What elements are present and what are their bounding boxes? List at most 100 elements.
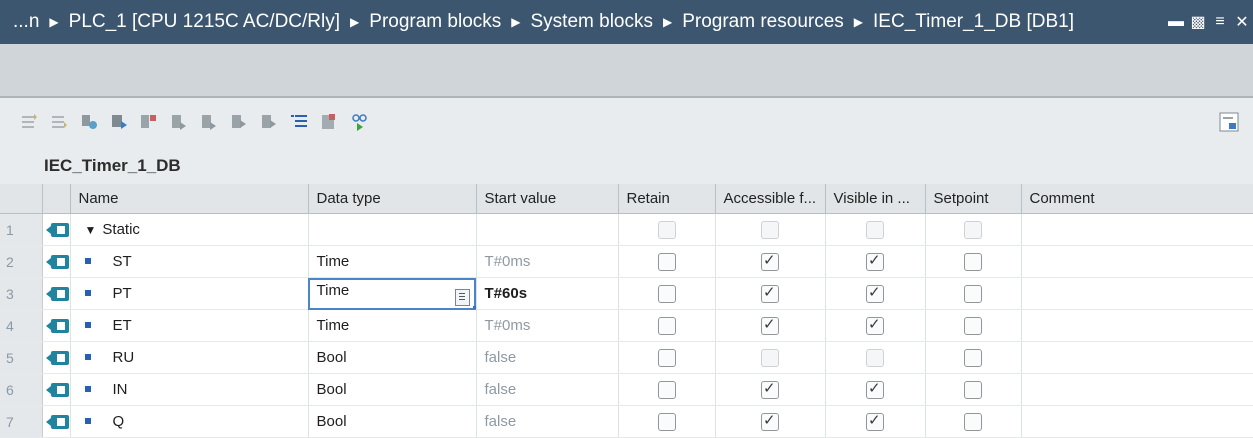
accessible-checkbox[interactable] — [761, 315, 779, 335]
name-cell[interactable]: PT — [70, 277, 309, 310]
start-value-cell[interactable] — [476, 213, 619, 246]
accessible-checkbox[interactable] — [761, 411, 779, 431]
name-cell[interactable]: IN — [70, 373, 309, 406]
table-row[interactable]: 5 RU Bool false — [0, 341, 1253, 374]
load-snapshot-icon[interactable] — [106, 108, 132, 136]
expand-all-icon[interactable] — [286, 108, 312, 136]
column-header-data-type[interactable]: Data type — [308, 184, 477, 214]
setpoint-checkbox[interactable] — [964, 284, 982, 303]
insert-row-icon[interactable] — [16, 108, 42, 136]
close-icon[interactable]: ✕ — [1231, 12, 1253, 32]
name-cell[interactable]: ▼ Static — [70, 213, 309, 246]
start-value-cell[interactable]: T#60s — [476, 277, 619, 310]
comment-cell[interactable] — [1021, 213, 1253, 246]
table-row[interactable]: 7 Q Bool false — [0, 405, 1253, 438]
visible-checkbox[interactable] — [866, 411, 884, 431]
collapse-triangle-icon[interactable]: ▼ — [85, 223, 97, 237]
comment-cell[interactable] — [1021, 245, 1253, 278]
column-header-accessible[interactable]: Accessible f... — [715, 184, 826, 214]
visible-checkbox[interactable] — [866, 220, 884, 239]
paste-values-icon[interactable] — [196, 108, 222, 136]
comment-cell[interactable] — [1021, 373, 1253, 406]
start-value-cell[interactable]: false — [476, 405, 619, 438]
column-header-setpoint[interactable]: Setpoint — [925, 184, 1022, 214]
reset-values-icon[interactable] — [256, 108, 282, 136]
block-properties-icon[interactable] — [1217, 110, 1243, 136]
copy-values-icon[interactable] — [166, 108, 192, 136]
name-cell[interactable]: Q — [70, 405, 309, 438]
table-row[interactable]: 2 ST Time T#0ms — [0, 245, 1253, 278]
data-type-cell[interactable]: Bool — [308, 405, 477, 438]
data-type-cell[interactable]: Time — [308, 277, 477, 310]
start-value-cell[interactable]: false — [476, 373, 619, 406]
accessible-cell — [715, 405, 826, 438]
visible-checkbox[interactable] — [866, 379, 884, 399]
start-value-cell[interactable]: T#0ms — [476, 245, 619, 278]
start-value-cell[interactable]: T#0ms — [476, 309, 619, 342]
visible-checkbox[interactable] — [866, 283, 884, 303]
breadcrumb-item-plc[interactable]: PLC_1 [CPU 1215C AC/DC/Rly] — [69, 11, 340, 33]
monitor-values-icon[interactable] — [136, 108, 162, 136]
snapshot-icon[interactable] — [76, 108, 102, 136]
monitor-all-icon[interactable] — [346, 108, 372, 136]
setpoint-checkbox[interactable] — [964, 252, 982, 271]
data-type-cell[interactable]: Bool — [308, 341, 477, 374]
retain-checkbox[interactable] — [657, 316, 676, 335]
breadcrumb-item-db[interactable]: IEC_Timer_1_DB [DB1] — [873, 11, 1074, 33]
retain-checkbox[interactable] — [657, 380, 676, 399]
table-row[interactable]: 4 ET Time T#0ms — [0, 309, 1253, 342]
accessible-checkbox[interactable] — [761, 251, 779, 271]
column-header-comment[interactable]: Comment — [1021, 184, 1253, 214]
accessible-checkbox[interactable] — [761, 379, 779, 399]
column-header-start-value[interactable]: Start value — [476, 184, 619, 214]
retain-checkbox[interactable] — [657, 220, 676, 239]
table-row[interactable]: 3 PT Time T#60s — [0, 277, 1253, 310]
float-window-icon[interactable]: ▩ — [1187, 12, 1209, 32]
data-type-dropdown-icon[interactable] — [454, 288, 470, 306]
comment-cell[interactable] — [1021, 405, 1253, 438]
retain-checkbox[interactable] — [657, 252, 676, 271]
accessible-checkbox[interactable] — [761, 220, 779, 239]
data-type-cell[interactable]: Bool — [308, 373, 477, 406]
retain-checkbox[interactable] — [657, 348, 676, 367]
setpoint-checkbox[interactable] — [964, 220, 982, 239]
collapse-all-icon[interactable] — [316, 108, 342, 136]
breadcrumb-item-program-blocks[interactable]: Program blocks — [369, 11, 501, 33]
add-row-icon[interactable] — [46, 108, 72, 136]
accessible-checkbox[interactable] — [761, 348, 779, 367]
setpoint-checkbox[interactable] — [964, 380, 982, 399]
name-cell[interactable]: RU — [70, 341, 309, 374]
data-type-cell[interactable]: Time — [308, 245, 477, 278]
table-row[interactable]: 1 ▼ Static — [0, 213, 1253, 246]
column-header-retain[interactable]: Retain — [618, 184, 716, 214]
data-type-cell[interactable]: Time — [308, 309, 477, 342]
comment-cell[interactable] — [1021, 341, 1253, 374]
column-header-name[interactable]: Name — [70, 184, 309, 214]
data-type-cell[interactable] — [308, 213, 477, 246]
breadcrumb-item-project[interactable]: ...n — [13, 11, 39, 33]
accessible-checkbox[interactable] — [761, 283, 779, 303]
retain-checkbox[interactable] — [657, 412, 676, 431]
row-icon-cell — [42, 277, 71, 310]
breadcrumb-item-program-resources[interactable]: Program resources — [682, 11, 844, 33]
column-header-visible[interactable]: Visible in ... — [825, 184, 926, 214]
visible-checkbox[interactable] — [866, 315, 884, 335]
name-cell[interactable]: ST — [70, 245, 309, 278]
row-number: 5 — [0, 341, 43, 374]
tag-name: PT — [112, 285, 132, 302]
name-cell[interactable]: ET — [70, 309, 309, 342]
comment-cell[interactable] — [1021, 277, 1253, 310]
setpoint-checkbox[interactable] — [964, 316, 982, 335]
retain-checkbox[interactable] — [657, 284, 676, 303]
breadcrumb-item-system-blocks[interactable]: System blocks — [531, 11, 653, 33]
visible-checkbox[interactable] — [866, 348, 884, 367]
initialize-values-icon[interactable] — [226, 108, 252, 136]
comment-cell[interactable] — [1021, 309, 1253, 342]
setpoint-checkbox[interactable] — [964, 412, 982, 431]
visible-checkbox[interactable] — [866, 251, 884, 271]
maximize-icon[interactable]: ≡ — [1209, 13, 1231, 31]
table-row[interactable]: 6 IN Bool false — [0, 373, 1253, 406]
start-value-cell[interactable]: false — [476, 341, 619, 374]
minimize-icon[interactable]: ▬ — [1165, 13, 1187, 31]
setpoint-checkbox[interactable] — [964, 348, 982, 367]
